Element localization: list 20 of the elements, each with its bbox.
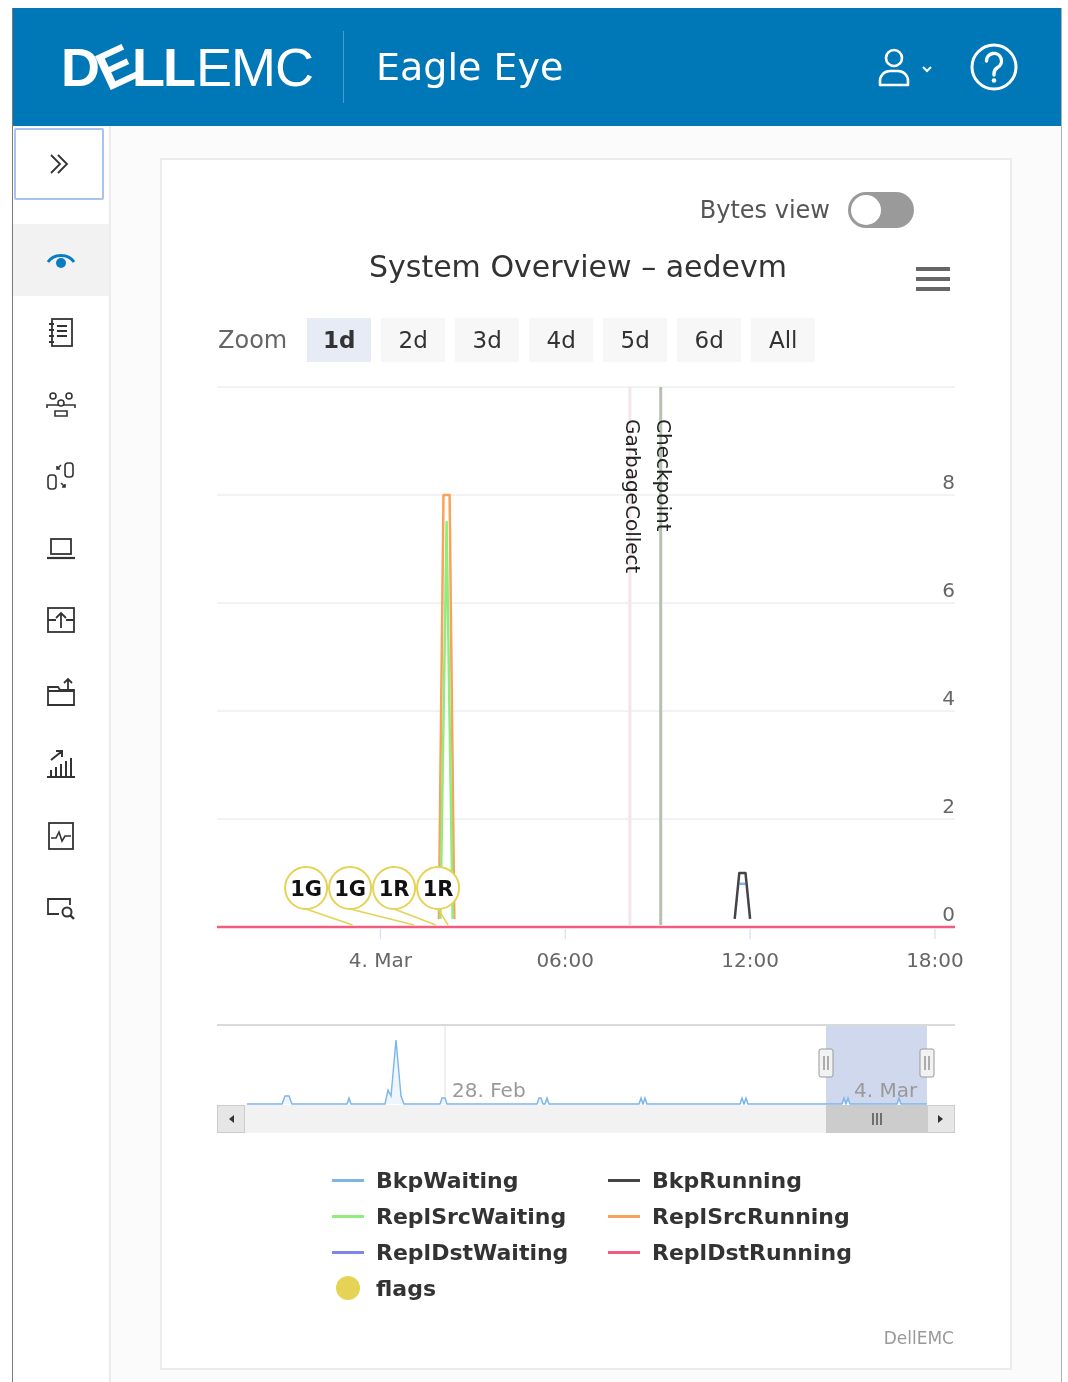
y-axis-label: 6	[942, 578, 955, 602]
logo: DELLEMC	[61, 40, 314, 94]
x-axis-label: 06:00	[536, 948, 594, 972]
y-axis-label: 0	[942, 902, 955, 926]
zoom-label: Zoom	[218, 326, 288, 354]
y-axis-label: 4	[942, 686, 955, 710]
x-axis-label: 18:00	[906, 948, 964, 972]
toggle-label: Bytes view	[699, 196, 830, 224]
navigator-label: 4. Mar	[854, 1078, 918, 1102]
plot-line-label: GarbageCollect	[620, 419, 645, 574]
annotation: 1G	[290, 877, 323, 901]
chart-title: System Overview – aedevm	[368, 248, 787, 284]
x-axis-label: 12:00	[721, 948, 779, 972]
y-axis-label: 2	[942, 794, 955, 818]
plot-line-label: Checkpoint	[651, 419, 676, 532]
annotation: 1R	[378, 877, 410, 901]
x-axis-label: 4. Mar	[348, 948, 412, 972]
app-title: Eagle Eye	[376, 45, 564, 89]
navigator-label: 28. Feb	[452, 1078, 526, 1102]
y-axis-label: 8	[942, 470, 955, 494]
